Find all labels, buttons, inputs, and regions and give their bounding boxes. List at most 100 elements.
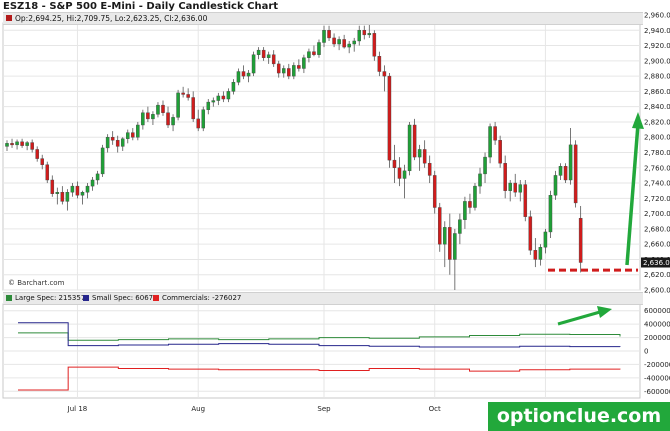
candle-up bbox=[488, 126, 492, 158]
candle-down bbox=[161, 104, 165, 113]
candle-up bbox=[417, 149, 422, 158]
candle-down bbox=[75, 185, 80, 196]
legend-large-spec: Large Spec: 215357 bbox=[6, 294, 85, 302]
cot-tick-label: 600000 bbox=[644, 307, 670, 315]
candle-down bbox=[342, 39, 346, 48]
chart-title: ESZ18 - S&P 500 E-Mini - Daily Candlesti… bbox=[3, 1, 279, 12]
chart-canvas: 2,960.00 2,940.00 2,920.00 2,900.00 2,880.00… bbox=[2, 12, 670, 413]
candle-down bbox=[221, 95, 226, 100]
price-tick-label: 2,940.00 bbox=[644, 27, 670, 35]
candle-down bbox=[241, 71, 246, 77]
candle-down bbox=[327, 30, 331, 39]
candle-up bbox=[548, 195, 553, 233]
candle-down bbox=[186, 94, 190, 98]
price-tick-label: 2,600.00 bbox=[644, 287, 670, 295]
candle-down bbox=[362, 30, 367, 36]
candle-up bbox=[443, 227, 447, 245]
candle-down bbox=[427, 162, 432, 176]
candle-down bbox=[397, 167, 402, 179]
candle-down bbox=[372, 33, 377, 57]
candle-up bbox=[367, 33, 372, 36]
cot-legend: Large Spec: 215357 Small Spec: 60670 Com… bbox=[3, 292, 643, 305]
candle-up bbox=[266, 54, 271, 58]
legend-swatch bbox=[6, 295, 12, 301]
candle-up bbox=[508, 182, 512, 191]
x-axis: Jul 18AugSepOctNov bbox=[67, 405, 553, 413]
candle-up bbox=[568, 144, 573, 181]
candle-up bbox=[538, 247, 543, 260]
candle-down bbox=[115, 140, 120, 147]
candle-down bbox=[312, 51, 316, 55]
barchart-credit: © Barchart.com bbox=[8, 279, 65, 287]
price-tick-label: 2,860.00 bbox=[644, 88, 670, 96]
candle-down bbox=[493, 126, 497, 141]
candle-up bbox=[95, 173, 100, 181]
candle-up bbox=[90, 179, 95, 187]
candle-up bbox=[156, 104, 160, 115]
price-tick-label: 2,840.00 bbox=[644, 103, 670, 111]
candle-up bbox=[201, 109, 206, 129]
ohlc-values: Op:2,694.25, Hi:2,709.75, Lo:2,623.25, C… bbox=[15, 14, 208, 23]
price-tick-label: 2,680.00 bbox=[644, 225, 670, 233]
cot-tick-label: -600000 bbox=[644, 388, 670, 396]
last-price-label: 2,636.00 bbox=[643, 259, 670, 267]
candle-down bbox=[181, 92, 185, 95]
price-tick-label: 2,900.00 bbox=[644, 57, 670, 65]
candle-up bbox=[231, 82, 236, 92]
candle-down bbox=[166, 112, 170, 126]
price-tick-label: 2,700.00 bbox=[644, 210, 670, 218]
candle-down bbox=[40, 158, 44, 165]
price-tick-label: 2,620.00 bbox=[644, 271, 670, 279]
candle-up bbox=[347, 43, 351, 48]
candle-up bbox=[337, 39, 341, 45]
candle-up bbox=[302, 57, 306, 69]
cot-tick-label: -400000 bbox=[644, 374, 670, 382]
candle-down bbox=[45, 164, 50, 181]
candle-down bbox=[563, 166, 568, 181]
candle-down bbox=[422, 149, 427, 164]
price-tick-label: 2,920.00 bbox=[644, 42, 670, 50]
candle-down bbox=[191, 97, 195, 120]
cot-grid bbox=[2, 303, 641, 399]
legend-small-spec: Small Spec: 60670 bbox=[83, 294, 158, 302]
price-tick-label: 2,880.00 bbox=[644, 73, 670, 81]
candle-up bbox=[70, 185, 75, 193]
price-tick-label: 2,740.00 bbox=[644, 180, 670, 188]
candle-up bbox=[473, 185, 477, 208]
candle-up bbox=[251, 54, 256, 74]
candle-down bbox=[146, 112, 150, 120]
candle-down bbox=[412, 124, 417, 158]
candle-up bbox=[5, 143, 9, 147]
candle-down bbox=[468, 201, 472, 208]
candle-up bbox=[518, 184, 523, 193]
price-axis: 2,960.00 2,940.00 2,920.00 2,900.00 2,880.00… bbox=[641, 12, 670, 295]
candle-up bbox=[171, 117, 175, 126]
candle-up bbox=[141, 112, 145, 126]
candle-up bbox=[463, 201, 467, 220]
cot-tick-label: -200000 bbox=[644, 361, 670, 369]
candle-down bbox=[523, 184, 528, 217]
cot-tick-label: 0 bbox=[644, 348, 648, 356]
candle-up bbox=[453, 233, 457, 260]
price-tick-label: 2,820.00 bbox=[644, 118, 670, 126]
candle-down bbox=[110, 137, 115, 141]
candle-up bbox=[292, 65, 296, 77]
price-tick-label: 2,780.00 bbox=[644, 149, 670, 157]
ohlc-bar: Op:2,694.25, Hi:2,709.75, Lo:2,623.25, C… bbox=[3, 12, 643, 25]
cot-tick-label: 200000 bbox=[644, 334, 670, 342]
candle-up bbox=[478, 173, 482, 187]
candle-down bbox=[196, 118, 200, 129]
legend-swatch bbox=[153, 295, 159, 301]
price-grid bbox=[2, 22, 641, 291]
candle-up bbox=[307, 51, 311, 58]
candle-down bbox=[432, 175, 437, 208]
candle-up bbox=[256, 49, 261, 55]
candle-up bbox=[458, 219, 462, 234]
candle-up bbox=[226, 91, 231, 100]
price-tick-label: 2,960.00 bbox=[644, 12, 670, 20]
candle-up bbox=[176, 92, 180, 118]
candle-up bbox=[282, 68, 286, 74]
candle-up bbox=[85, 185, 90, 193]
candle-down bbox=[35, 149, 39, 159]
candle-up bbox=[357, 30, 361, 42]
